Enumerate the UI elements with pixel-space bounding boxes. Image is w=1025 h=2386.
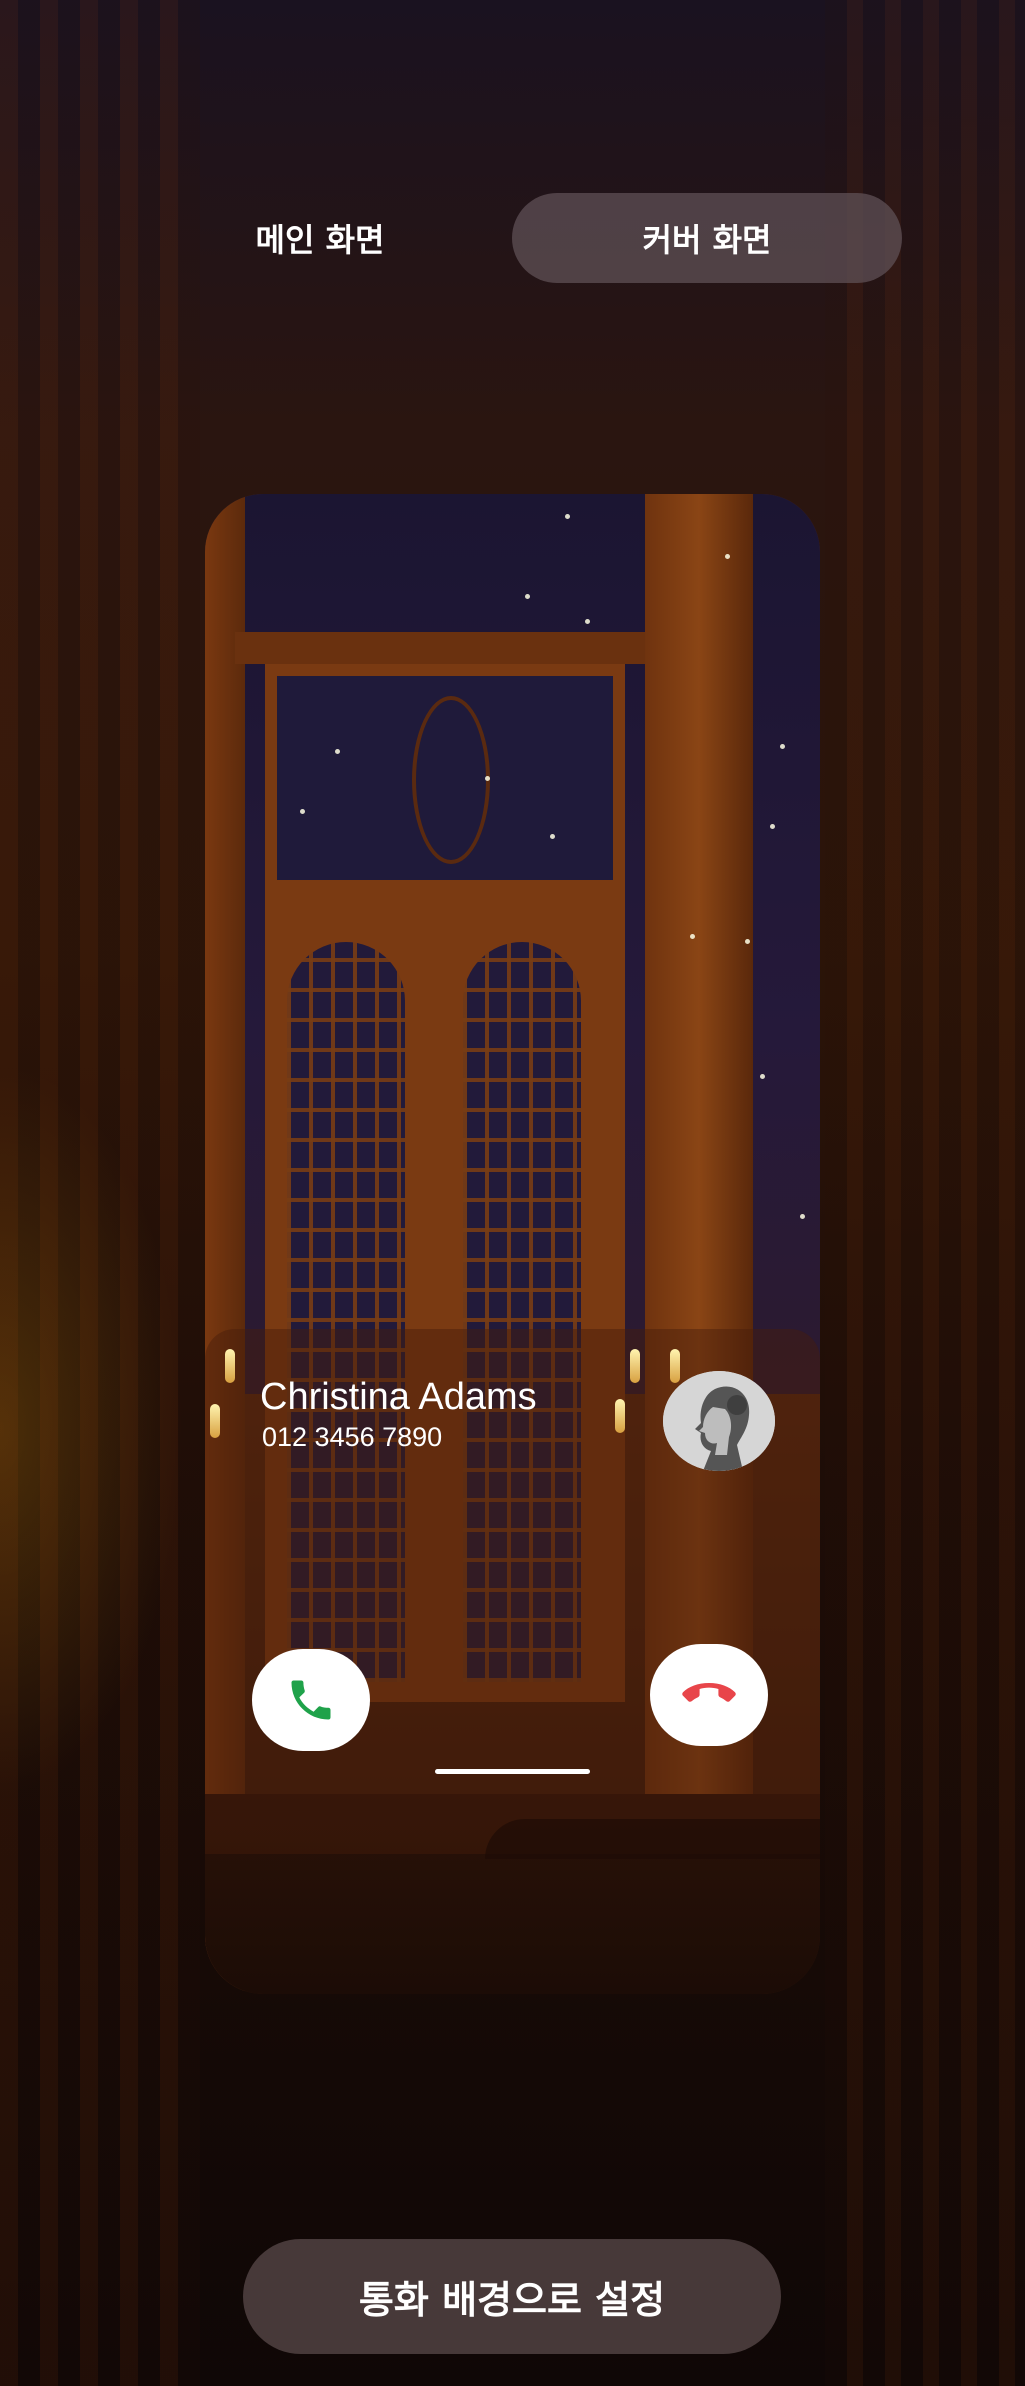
avatar-photo-icon xyxy=(663,1371,775,1471)
caller-number: 012 3456 7890 xyxy=(262,1422,443,1452)
accept-call-button[interactable] xyxy=(252,1649,370,1751)
tab-main-screen-label: 메인 화면 xyxy=(255,221,385,259)
star xyxy=(690,934,695,939)
incoming-call-card: Christina Adams 012 3456 7890 xyxy=(205,1329,820,1859)
star xyxy=(585,619,590,624)
cover-screen-preview: Christina Adams 012 3456 7890 xyxy=(205,494,820,1994)
caller-name: Christina Adams xyxy=(260,1376,537,1418)
star xyxy=(780,744,785,749)
star xyxy=(745,939,750,944)
sconce-light xyxy=(630,1349,640,1383)
card-notch xyxy=(485,1819,820,1859)
decline-call-button[interactable] xyxy=(650,1644,768,1746)
star xyxy=(550,834,555,839)
set-call-background-label: 통화 배경으로 설정 xyxy=(358,2278,666,2322)
tab-cover-screen[interactable]: 커버 화면 xyxy=(512,193,902,283)
phone-hangup-icon xyxy=(682,1683,736,1702)
star xyxy=(770,824,775,829)
caller-avatar xyxy=(663,1371,775,1471)
star xyxy=(335,749,340,754)
sconce-light xyxy=(210,1404,220,1438)
star xyxy=(300,809,305,814)
star xyxy=(485,776,490,781)
set-call-background-button[interactable]: 통화 배경으로 설정 xyxy=(243,2239,781,2354)
door-lintel xyxy=(235,632,655,664)
curtain-right xyxy=(825,0,1025,2386)
phone-icon xyxy=(291,1680,331,1720)
star xyxy=(725,554,730,559)
sconce-light xyxy=(670,1349,680,1383)
transom-ornament xyxy=(412,696,490,864)
transom-window xyxy=(265,664,625,892)
tab-main-screen[interactable]: 메인 화면 xyxy=(125,193,515,283)
sconce-light xyxy=(225,1349,235,1383)
star xyxy=(800,1214,805,1219)
home-indicator xyxy=(435,1769,590,1774)
star xyxy=(565,514,570,519)
tab-cover-screen-label: 커버 화면 xyxy=(642,221,772,259)
curtain-left xyxy=(0,0,200,2386)
star xyxy=(760,1074,765,1079)
call-background-preview-screen: 메인 화면 커버 화면 Christina Adams 012 3456 789… xyxy=(0,0,1025,2386)
star xyxy=(525,594,530,599)
sconce-light xyxy=(615,1399,625,1433)
